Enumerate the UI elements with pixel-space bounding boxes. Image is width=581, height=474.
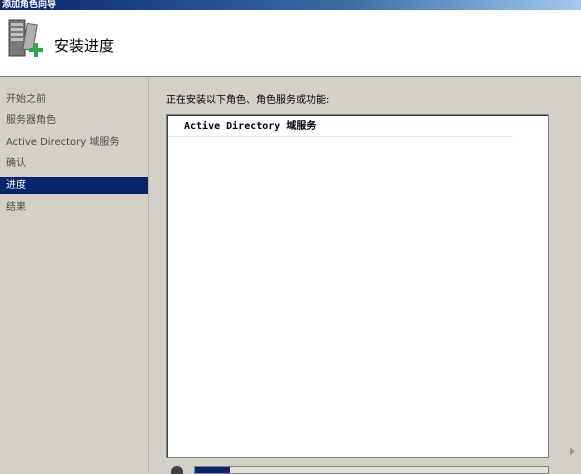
nav-item-results[interactable]: 结果 (0, 199, 148, 216)
wizard-header: 安装进度 (0, 10, 581, 77)
wizard-content: 正在安装以下角色、角色服务或功能: Active Directory 域服务 (149, 77, 581, 474)
progress-icon (171, 466, 183, 474)
nav-item-before-you-begin[interactable]: 开始之前 (0, 91, 148, 108)
progress-heading: 正在安装以下角色、角色服务或功能: (166, 95, 330, 106)
progress-fill (195, 467, 231, 473)
page-title: 安装进度 (54, 37, 115, 55)
server-install-icon (8, 19, 43, 57)
nav-item-progress[interactable]: 进度 (0, 177, 148, 194)
installing-list[interactable]: Active Directory 域服务 (166, 114, 549, 458)
list-item: Active Directory 域服务 (168, 117, 513, 137)
nav-item-confirmation[interactable]: 确认 (0, 155, 148, 172)
window-title: 添加角色向导 (2, 0, 57, 10)
wizard-nav: 开始之前 服务器角色 Active Directory 域服务 确认 进度 结果 (0, 77, 149, 472)
progress-bar (194, 466, 549, 474)
nav-item-server-roles[interactable]: 服务器角色 (0, 112, 148, 129)
nav-item-ad-ds[interactable]: Active Directory 域服务 (0, 134, 148, 151)
window-titlebar[interactable]: 添加角色向导 (0, 0, 581, 10)
